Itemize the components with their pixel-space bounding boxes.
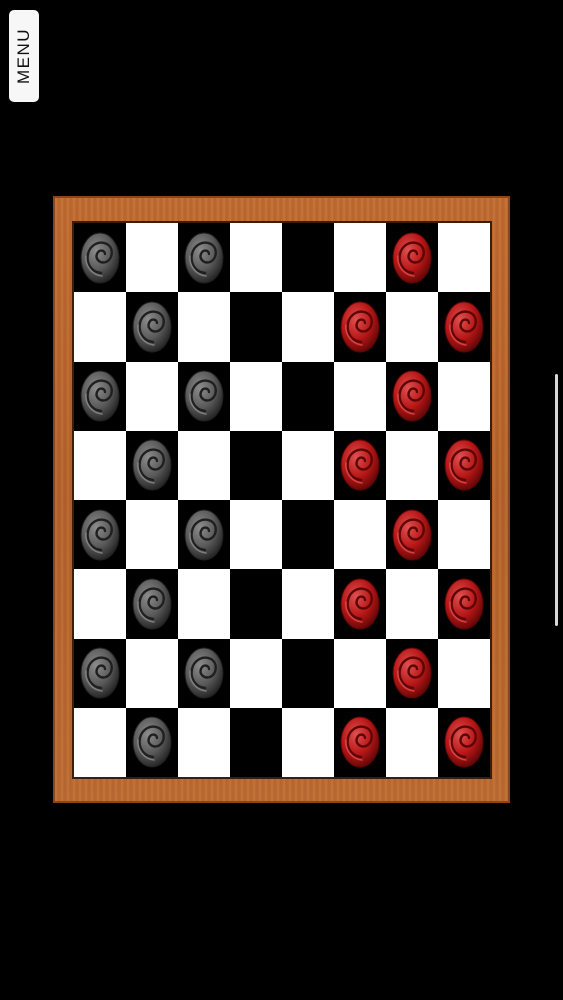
board-frame <box>53 196 510 803</box>
board-square[interactable] <box>230 223 282 293</box>
board-square[interactable] <box>230 361 282 431</box>
red-piece[interactable] <box>340 301 380 353</box>
board-square[interactable] <box>282 361 334 431</box>
board-square[interactable] <box>178 638 230 708</box>
board-square[interactable] <box>126 361 178 431</box>
red-piece[interactable] <box>444 301 484 353</box>
board-square[interactable] <box>386 707 438 777</box>
board-square[interactable] <box>282 223 334 293</box>
red-piece[interactable] <box>392 509 432 561</box>
board-square[interactable] <box>334 569 386 639</box>
gray-piece[interactable] <box>184 370 224 422</box>
board-square[interactable] <box>386 361 438 431</box>
red-piece[interactable] <box>444 439 484 491</box>
board-square[interactable] <box>386 500 438 570</box>
board-square[interactable] <box>282 500 334 570</box>
board-square[interactable] <box>282 638 334 708</box>
board-square[interactable] <box>178 569 230 639</box>
board-square[interactable] <box>178 361 230 431</box>
red-piece[interactable] <box>340 716 380 768</box>
menu-label: MENU <box>14 27 33 85</box>
board-square[interactable] <box>230 500 282 570</box>
red-piece[interactable] <box>340 439 380 491</box>
board-square[interactable] <box>126 223 178 293</box>
board-square[interactable] <box>282 569 334 639</box>
board-square[interactable] <box>334 500 386 570</box>
board-square[interactable] <box>438 361 490 431</box>
gray-piece[interactable] <box>80 509 120 561</box>
gray-piece[interactable] <box>132 716 172 768</box>
board-square[interactable] <box>334 292 386 362</box>
board-square[interactable] <box>386 430 438 500</box>
board-square[interactable] <box>74 569 126 639</box>
board-square[interactable] <box>74 223 126 293</box>
board-square[interactable] <box>334 638 386 708</box>
board-square[interactable] <box>334 361 386 431</box>
board-square[interactable] <box>438 223 490 293</box>
board-square[interactable] <box>230 292 282 362</box>
board-square[interactable] <box>438 430 490 500</box>
checkerboard <box>72 221 492 779</box>
gray-piece[interactable] <box>132 301 172 353</box>
board-square[interactable] <box>386 223 438 293</box>
board-square[interactable] <box>230 638 282 708</box>
board-square[interactable] <box>126 569 178 639</box>
board-square[interactable] <box>230 569 282 639</box>
board-square[interactable] <box>282 430 334 500</box>
board-square[interactable] <box>178 292 230 362</box>
red-piece[interactable] <box>392 647 432 699</box>
board-square[interactable] <box>230 430 282 500</box>
menu-button[interactable]: MENU <box>9 10 39 102</box>
red-piece[interactable] <box>340 578 380 630</box>
board-square[interactable] <box>438 707 490 777</box>
gray-piece[interactable] <box>132 578 172 630</box>
board-square[interactable] <box>74 500 126 570</box>
board-square[interactable] <box>334 223 386 293</box>
board-square[interactable] <box>334 707 386 777</box>
board-square[interactable] <box>178 223 230 293</box>
board-square[interactable] <box>438 292 490 362</box>
board-square[interactable] <box>74 292 126 362</box>
board-square[interactable] <box>282 707 334 777</box>
scroll-indicator[interactable] <box>555 374 558 626</box>
board-square[interactable] <box>126 707 178 777</box>
board-square[interactable] <box>74 361 126 431</box>
board-square[interactable] <box>74 430 126 500</box>
board-square[interactable] <box>126 292 178 362</box>
board-square[interactable] <box>386 292 438 362</box>
gray-piece[interactable] <box>80 647 120 699</box>
gray-piece[interactable] <box>80 370 120 422</box>
board-square[interactable] <box>126 500 178 570</box>
board-square[interactable] <box>230 707 282 777</box>
board-square[interactable] <box>438 500 490 570</box>
board-square[interactable] <box>386 569 438 639</box>
board-square[interactable] <box>126 638 178 708</box>
board-square[interactable] <box>178 707 230 777</box>
red-piece[interactable] <box>392 370 432 422</box>
board-square[interactable] <box>386 638 438 708</box>
gray-piece[interactable] <box>80 232 120 284</box>
gray-piece[interactable] <box>184 509 224 561</box>
board-square[interactable] <box>178 430 230 500</box>
board-square[interactable] <box>282 292 334 362</box>
red-piece[interactable] <box>444 716 484 768</box>
red-piece[interactable] <box>444 578 484 630</box>
board-square[interactable] <box>438 569 490 639</box>
game-screen: MENU <box>0 0 563 1000</box>
board-square[interactable] <box>178 500 230 570</box>
board-square[interactable] <box>74 638 126 708</box>
board-square[interactable] <box>126 430 178 500</box>
board-square[interactable] <box>438 638 490 708</box>
gray-piece[interactable] <box>184 647 224 699</box>
board-square[interactable] <box>74 707 126 777</box>
red-piece[interactable] <box>392 232 432 284</box>
gray-piece[interactable] <box>184 232 224 284</box>
gray-piece[interactable] <box>132 439 172 491</box>
board-square[interactable] <box>334 430 386 500</box>
